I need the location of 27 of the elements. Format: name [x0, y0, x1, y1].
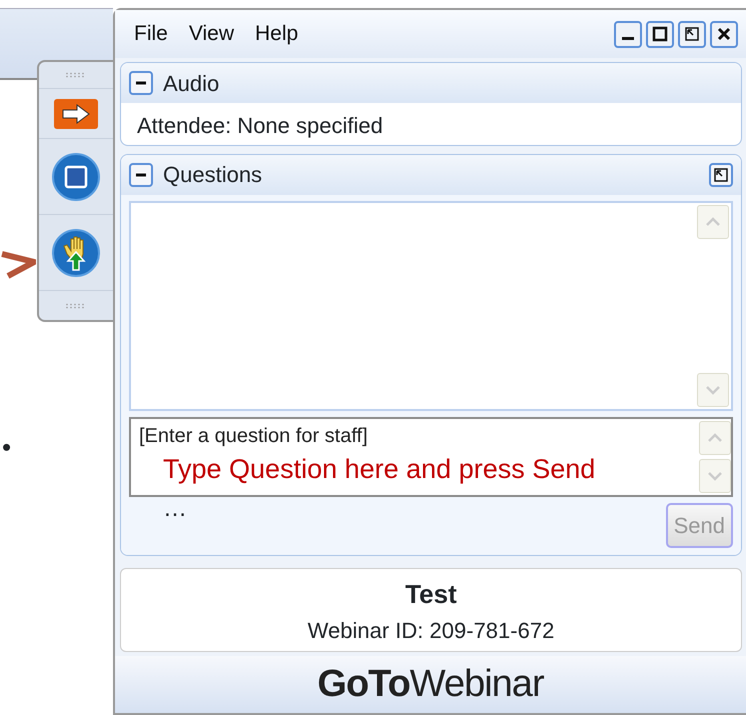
attendee-label: Attendee: None specified	[136, 112, 384, 140]
menu-item[interactable]: Help	[246, 18, 310, 50]
section-title: Questions	[163, 161, 262, 190]
close-button[interactable]	[710, 20, 738, 48]
raise-hand-icon[interactable]	[51, 228, 101, 278]
minimize-icon	[622, 37, 634, 40]
window-icon[interactable]	[51, 152, 101, 202]
menu-item[interactable]: File	[125, 18, 180, 50]
collapse-button[interactable]	[129, 162, 153, 187]
maximize-icon	[652, 26, 668, 42]
popout-icon	[714, 168, 728, 182]
close-icon	[716, 26, 732, 42]
chevron-up-icon	[705, 216, 721, 227]
maximize-button[interactable]	[646, 20, 674, 48]
minimize-button[interactable]	[614, 20, 642, 48]
menu-item[interactable]: View	[180, 18, 246, 50]
popout-button[interactable]	[709, 162, 733, 187]
restore-button[interactable]	[678, 20, 706, 48]
collapse-button[interactable]	[129, 71, 153, 96]
chevron-down-icon	[705, 384, 721, 395]
annotation-ellipsis: …	[163, 496, 187, 521]
restore-icon	[684, 26, 700, 42]
bullet-mark: •	[2, 431, 12, 464]
webinar-id: Webinar ID: 209-781-672	[308, 617, 554, 645]
webinar-title: Test	[405, 578, 457, 611]
section-title: Audio	[163, 70, 220, 98]
brand-logo: GoToWebinar	[317, 662, 544, 707]
